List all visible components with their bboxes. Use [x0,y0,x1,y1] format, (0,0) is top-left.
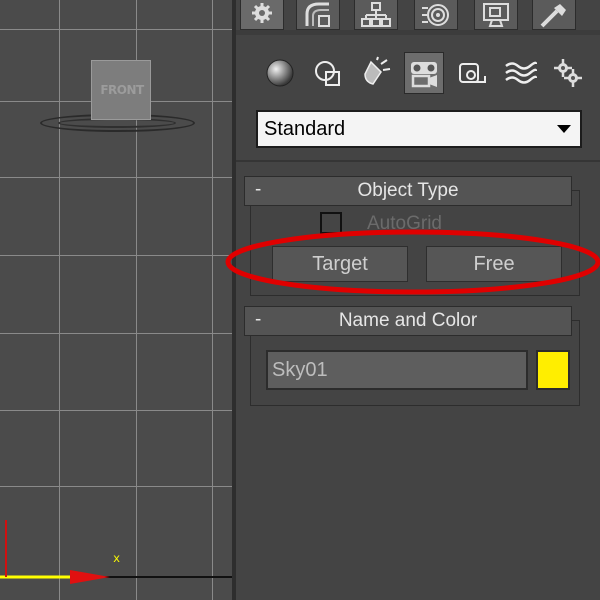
section-separator [236,160,600,162]
autogrid-label: AutoGrid [367,213,442,234]
rollout-title: Object Type [357,180,459,201]
motion-icon [422,3,449,26]
object-category-dropdown[interactable]: Standard [256,110,582,148]
axis-x-label: x [113,552,121,566]
utilities-icon [540,3,566,27]
tab-bar-separator [236,30,600,35]
cameras-icon [411,62,437,88]
display-icon [483,2,509,27]
tab-motion[interactable] [414,0,458,30]
object-type-rollout-header[interactable]: - Object Type [244,176,572,206]
viewport-front[interactable]: FRONT x [0,0,232,600]
axis-gizmo [0,520,232,584]
object-color-swatch[interactable] [536,350,570,390]
tab-display[interactable] [474,0,518,30]
object-name-field[interactable]: Sky01 [266,350,528,390]
category-helpers[interactable] [452,52,492,94]
x-axis-arrow [70,570,110,584]
lights-icon [364,56,391,85]
category-shapes[interactable] [308,52,348,94]
name-and-color-rollout-header[interactable]: - Name and Color [244,306,572,336]
free-button[interactable]: Free [426,246,562,282]
command-panel: Standard - Object Type AutoGrid Target F… [236,0,600,600]
geometry-icon [266,59,294,87]
tab-hierarchy[interactable] [354,0,398,30]
category-geometry[interactable] [260,52,300,94]
target-button[interactable]: Target [272,246,408,282]
rollout-title: Name and Color [338,310,478,331]
category-lights[interactable] [356,52,396,94]
chevron-down-icon [556,125,572,133]
systems-icon [554,59,582,87]
tab-modify[interactable] [296,0,340,30]
helpers-icon [459,63,486,83]
tab-create[interactable] [240,0,284,30]
category-cameras[interactable] [404,52,444,94]
space-warps-icon [505,61,537,84]
dropdown-value: Standard [264,117,346,140]
category-space-warps[interactable] [500,52,540,94]
category-systems[interactable] [548,52,588,94]
autogrid-checkbox[interactable] [320,212,342,234]
create-icon [252,2,272,23]
tab-utilities[interactable] [532,0,576,30]
modify-icon [305,1,330,27]
hierarchy-icon [361,1,391,27]
shapes-icon [315,61,340,86]
